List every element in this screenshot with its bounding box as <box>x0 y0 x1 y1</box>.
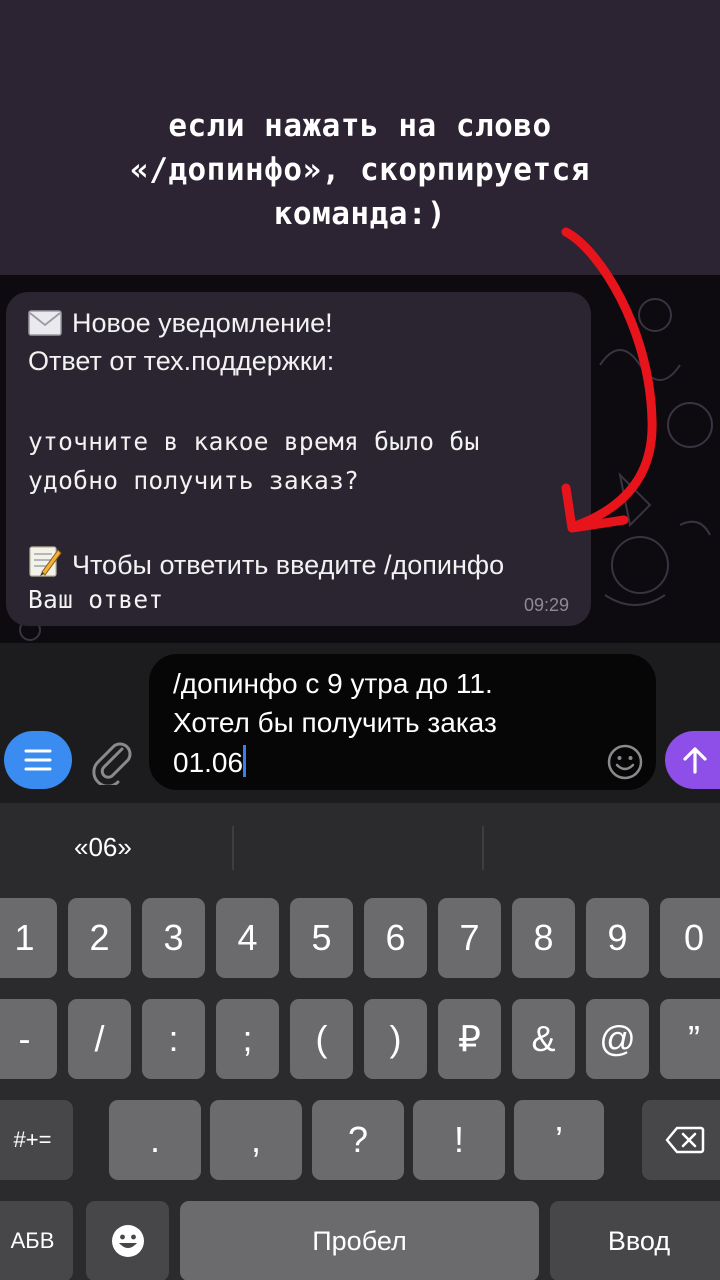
key-3[interactable]: 3 <box>142 898 205 978</box>
bot-menu-button[interactable] <box>4 731 72 789</box>
emoji-sticker-icon[interactable] <box>606 743 644 781</box>
key-colon[interactable]: : <box>142 999 205 1079</box>
key-6[interactable]: 6 <box>364 898 427 978</box>
suggestion-divider <box>232 826 234 870</box>
input-text-line-2: Хотел бы получить заказ <box>173 707 497 738</box>
key-9[interactable]: 9 <box>586 898 649 978</box>
message-instruction: Чтобы ответить введите /допинфо <box>72 550 505 580</box>
key-2[interactable]: 2 <box>68 898 131 978</box>
menu-icon <box>24 749 52 771</box>
message-line-source: Ответ от тех.поддержки: <box>28 346 335 376</box>
key-emoji[interactable] <box>86 1201 169 1280</box>
backspace-icon <box>665 1126 705 1154</box>
message-line-instruction: Чтобы ответить введите /допинфо <box>28 544 504 585</box>
emoji-keyboard-icon <box>111 1225 144 1257</box>
key-open-paren[interactable]: ( <box>290 999 353 1079</box>
key-1[interactable]: 1 <box>0 898 57 978</box>
input-text-current: 01.06 <box>173 747 244 778</box>
story-caption: если нажать на слово «/допинфо», скорпир… <box>130 108 590 232</box>
memo-icon <box>28 544 62 585</box>
key-semicolon[interactable]: ; <box>216 999 279 1079</box>
message-input-field[interactable]: /допинфо с 9 утра до 11. Хотел бы получи… <box>149 654 656 790</box>
message-title: Новое уведомление! <box>72 308 333 338</box>
message-line-title: Новое уведомление! <box>28 308 333 343</box>
key-minus[interactable]: - <box>0 999 57 1079</box>
key-more-symbols[interactable]: #+= <box>0 1100 73 1180</box>
envelope-icon <box>28 310 62 343</box>
key-enter[interactable]: Ввод <box>550 1201 720 1280</box>
key-comma[interactable]: , <box>210 1100 302 1180</box>
message-line-answer: Ваш ответ <box>28 585 164 614</box>
key-0[interactable]: 0 <box>660 898 720 978</box>
key-5[interactable]: 5 <box>290 898 353 978</box>
key-ruble[interactable]: ₽ <box>438 999 501 1079</box>
key-at[interactable]: @ <box>586 999 649 1079</box>
key-space[interactable]: Пробел <box>180 1201 539 1280</box>
key-7[interactable]: 7 <box>438 898 501 978</box>
message-bubble[interactable]: Новое уведомление! Ответ от тех.поддержк… <box>6 292 591 626</box>
key-backspace[interactable] <box>642 1100 720 1180</box>
key-close-paren[interactable]: ) <box>364 999 427 1079</box>
key-quote[interactable]: ” <box>660 999 720 1079</box>
arrow-up-icon <box>682 747 707 774</box>
key-4[interactable]: 4 <box>216 898 279 978</box>
attach-paperclip-icon[interactable] <box>88 735 134 785</box>
suggestion-divider <box>482 826 484 870</box>
key-8[interactable]: 8 <box>512 898 575 978</box>
key-apostrophe[interactable]: ’ <box>514 1100 604 1180</box>
message-timestamp: 09:29 <box>523 595 569 615</box>
key-slash[interactable]: / <box>68 999 131 1079</box>
input-text-line-1: /допинфо с 9 утра до 11. <box>173 668 493 699</box>
key-ampersand[interactable]: & <box>512 999 575 1079</box>
send-button[interactable] <box>665 731 720 789</box>
key-switch-alphabet[interactable]: АБВ <box>0 1201 73 1280</box>
message-line-question-2: удобно получить заказ? <box>28 466 360 495</box>
text-caret <box>243 745 247 777</box>
message-line-question-1: уточните в какое время было бы <box>28 427 480 456</box>
input-text-line-3: 01.06 <box>173 745 247 779</box>
suggestion-item[interactable]: «06» <box>74 832 132 863</box>
key-period[interactable]: . <box>109 1100 201 1180</box>
key-exclamation[interactable]: ! <box>413 1100 505 1180</box>
key-question[interactable]: ? <box>312 1100 404 1180</box>
